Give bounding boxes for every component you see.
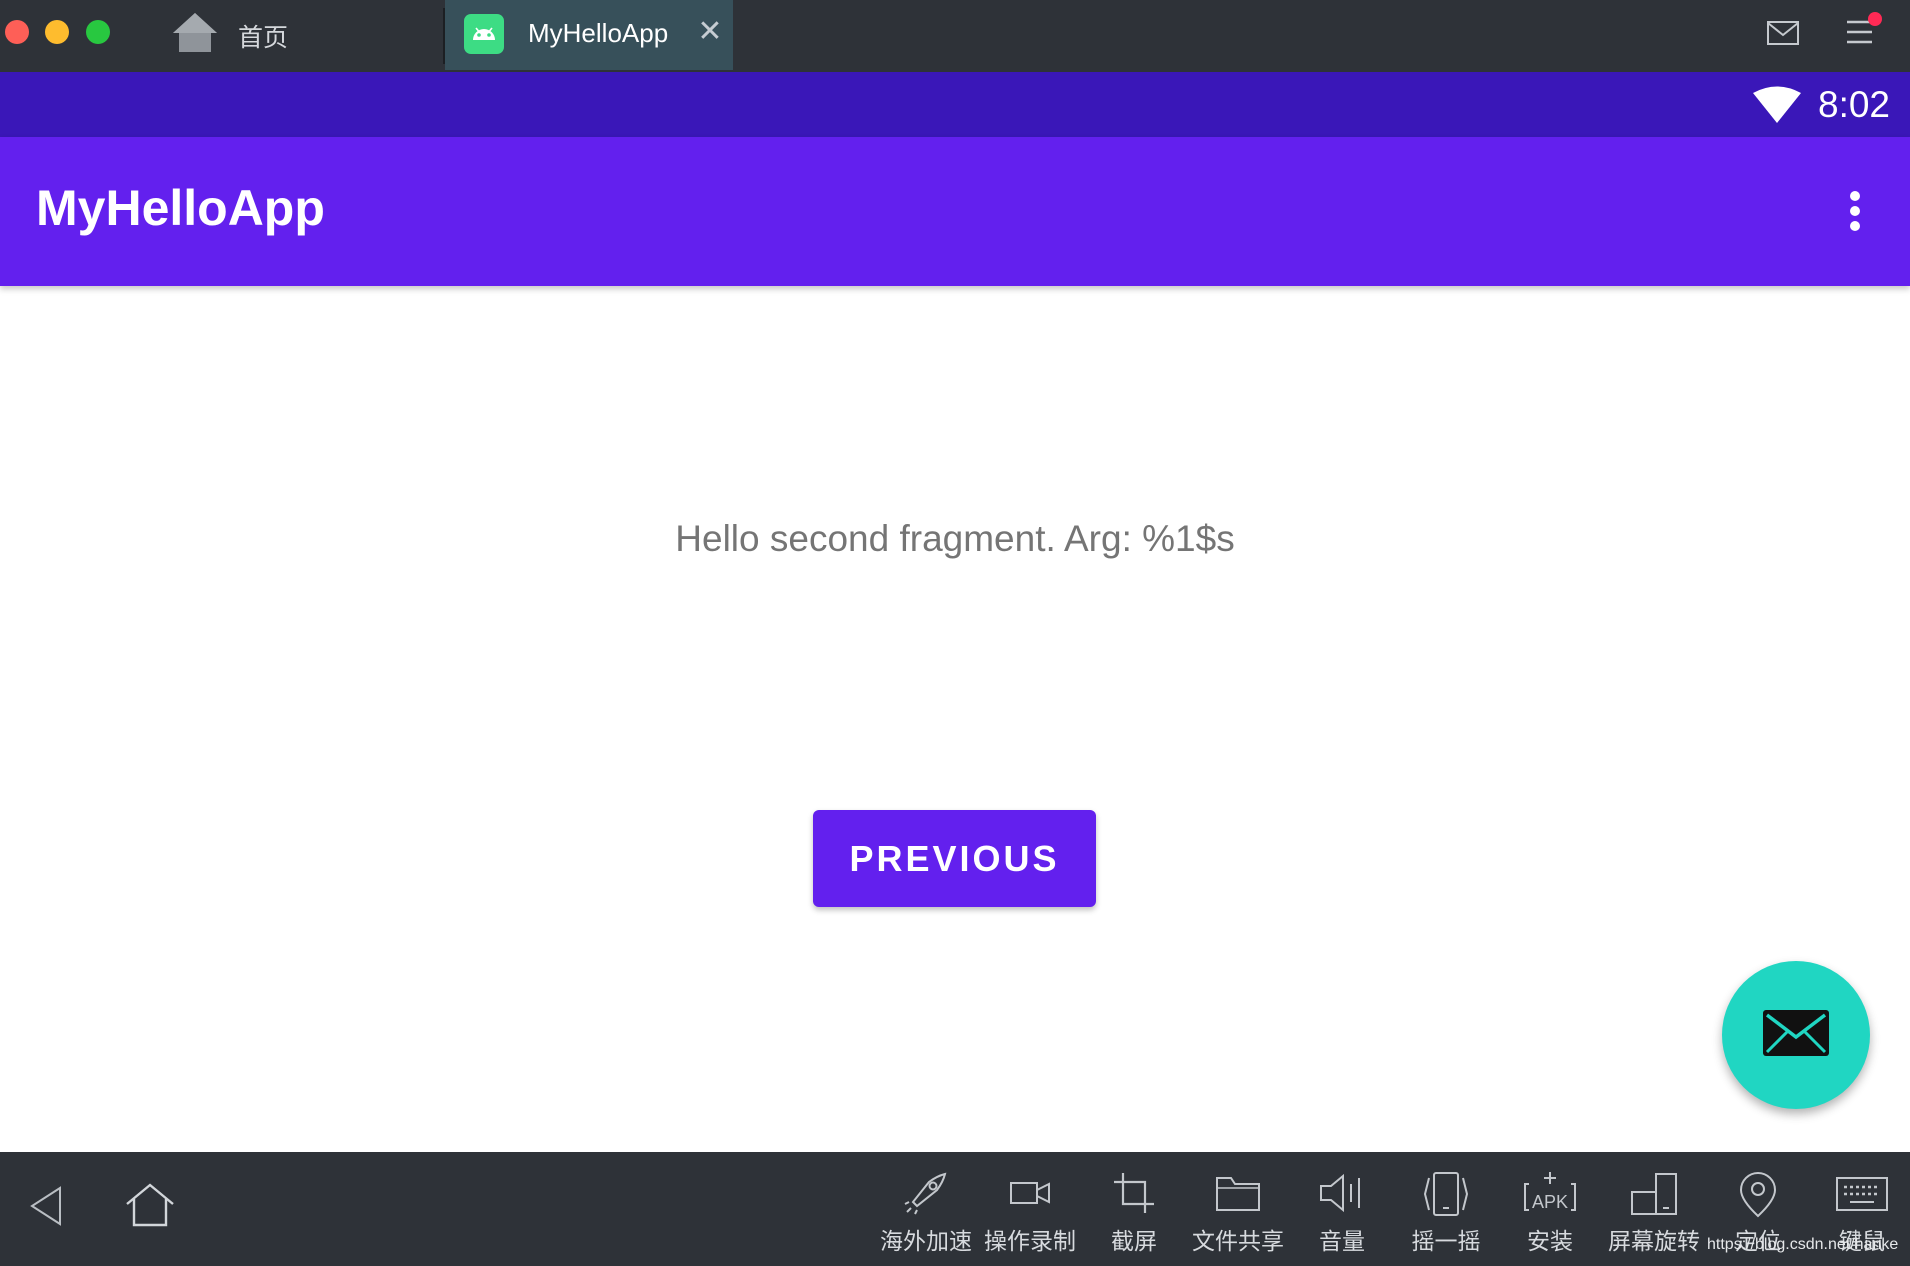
overflow-dot bbox=[1850, 206, 1860, 216]
wifi-icon bbox=[1752, 86, 1802, 128]
rotate-screen-icon bbox=[1602, 1170, 1706, 1220]
minimize-window-button[interactable] bbox=[45, 20, 69, 44]
back-icon[interactable] bbox=[28, 1184, 64, 1232]
tab-myhelloapp-label: MyHelloApp bbox=[528, 18, 669, 48]
previous-button[interactable]: PREVIOUS bbox=[813, 810, 1096, 907]
crop-icon bbox=[1082, 1170, 1186, 1220]
android-status-bar: 8:02 bbox=[0, 72, 1910, 137]
tool-overseas-boost[interactable]: 海外加速 bbox=[874, 1166, 978, 1262]
maximize-window-button[interactable] bbox=[86, 20, 110, 44]
video-camera-icon bbox=[978, 1170, 1082, 1220]
fragment-message: Hello second fragment. Arg: %1$s bbox=[675, 518, 1235, 559]
overflow-dot bbox=[1850, 221, 1860, 231]
watermark: https://blog.csdn.net/hanke bbox=[1707, 1236, 1899, 1253]
tool-file-share[interactable]: 文件共享 bbox=[1186, 1166, 1290, 1262]
home-icon[interactable] bbox=[124, 1182, 176, 1232]
tab-myhelloapp[interactable]: MyHelloApp ✕ bbox=[445, 0, 733, 70]
status-time: 8:02 bbox=[1818, 84, 1891, 125]
android-app-icon bbox=[464, 14, 504, 54]
close-window-button[interactable] bbox=[5, 20, 29, 44]
app-bar: MyHelloApp bbox=[0, 137, 1910, 286]
floating-action-button[interactable] bbox=[1722, 961, 1870, 1109]
app-title: MyHelloApp bbox=[36, 180, 325, 236]
folder-icon bbox=[1186, 1170, 1290, 1220]
shake-icon bbox=[1394, 1170, 1498, 1220]
tool-screenshot[interactable]: 截屏 bbox=[1082, 1166, 1186, 1262]
overflow-dot bbox=[1850, 191, 1860, 201]
tool-record[interactable]: 操作录制 bbox=[978, 1166, 1082, 1262]
tool-rotate-screen[interactable]: 屏幕旋转 bbox=[1602, 1166, 1706, 1262]
notification-dot bbox=[1868, 12, 1882, 26]
tab-home[interactable]: 首页 bbox=[165, 0, 445, 72]
svg-text:APK: APK bbox=[1532, 1192, 1568, 1212]
window-title-bar: 首页 MyHelloApp ✕ bbox=[0, 0, 1910, 72]
volume-icon bbox=[1290, 1170, 1394, 1220]
location-icon bbox=[1706, 1170, 1810, 1220]
more-vert-icon[interactable] bbox=[1838, 187, 1872, 235]
mail-icon[interactable] bbox=[1766, 16, 1800, 54]
rocket-icon bbox=[874, 1170, 978, 1220]
tool-volume[interactable]: 音量 bbox=[1290, 1166, 1394, 1262]
close-tab-icon[interactable]: ✕ bbox=[692, 14, 728, 50]
home-icon bbox=[170, 10, 220, 58]
emulator-toolbar: 海外加速 操作录制 截屏 文件共享 音量 摇一摇 APK 安装 屏幕旋转 定位 … bbox=[0, 1152, 1910, 1266]
email-icon bbox=[1763, 1010, 1829, 1060]
apk-install-icon: APK bbox=[1498, 1170, 1602, 1220]
tab-home-label: 首页 bbox=[238, 23, 289, 52]
tool-install[interactable]: APK 安装 bbox=[1498, 1166, 1602, 1262]
tool-shake[interactable]: 摇一摇 bbox=[1394, 1166, 1498, 1262]
keyboard-icon bbox=[1810, 1170, 1910, 1220]
